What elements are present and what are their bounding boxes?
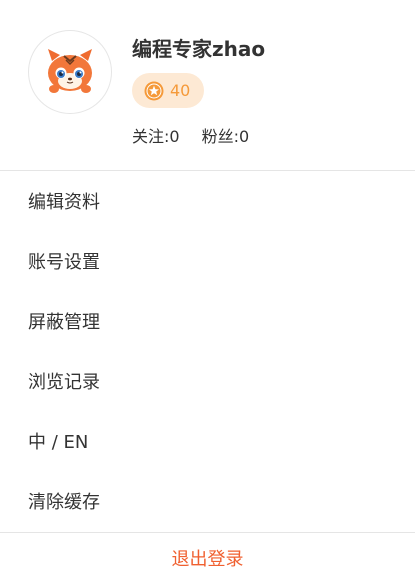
menu-item-account-settings[interactable]: 账号设置 [0, 231, 415, 291]
username: 编程专家zhao [132, 37, 266, 61]
following-count[interactable]: 关注:0 [132, 123, 180, 147]
logout-button[interactable]: 退出登录 [0, 533, 415, 583]
follow-stats: 关注:0 粉丝:0 [132, 123, 249, 147]
star-coin-icon [144, 81, 164, 100]
tiger-mascot-icon [48, 49, 92, 93]
points-value: 40 [170, 81, 191, 100]
menu-item-browsing-history[interactable]: 浏览记录 [0, 351, 415, 411]
followers-count[interactable]: 粉丝:0 [202, 123, 250, 147]
profile-header: 编程专家zhao 40 关注:0 粉丝:0 [0, 0, 415, 170]
menu-item-language-toggle[interactable]: 中 / EN [0, 411, 415, 471]
settings-menu: 编辑资料 账号设置 屏蔽管理 浏览记录 中 / EN 清除缓存 [0, 171, 415, 531]
points-badge[interactable]: 40 [132, 73, 204, 108]
menu-item-edit-profile[interactable]: 编辑资料 [0, 171, 415, 231]
menu-item-clear-cache[interactable]: 清除缓存 [0, 471, 415, 531]
avatar[interactable] [28, 30, 112, 114]
menu-item-block-management[interactable]: 屏蔽管理 [0, 291, 415, 351]
